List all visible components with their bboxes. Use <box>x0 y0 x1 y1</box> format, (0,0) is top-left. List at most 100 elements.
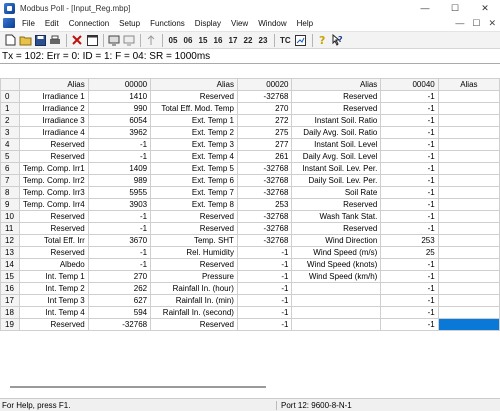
value-cell[interactable]: -1 <box>87 246 152 259</box>
alias-cell[interactable]: Wash Tank Stat. <box>291 210 382 223</box>
value-cell[interactable]: -1 <box>236 294 293 307</box>
alias-cell[interactable]: Temp. Comp. Irr1 <box>18 162 89 175</box>
empty-cell[interactable] <box>437 90 500 103</box>
value-cell[interactable]: -32768 <box>236 174 293 187</box>
tc-button[interactable]: TC <box>278 33 293 47</box>
value-cell[interactable]: -1 <box>380 102 439 115</box>
alias-cell[interactable]: Ext. Temp 3 <box>150 138 238 151</box>
menu-window[interactable]: Window <box>253 19 291 28</box>
value-cell[interactable]: -32768 <box>236 162 293 175</box>
menu-display[interactable]: Display <box>190 19 226 28</box>
value-cell[interactable]: -1 <box>380 210 439 223</box>
menu-edit[interactable]: Edit <box>40 19 64 28</box>
empty-cell[interactable] <box>437 126 500 139</box>
alias-cell[interactable] <box>291 294 382 307</box>
alias-cell[interactable]: Wind Direction <box>291 234 382 247</box>
close-button[interactable]: ✕ <box>470 0 500 16</box>
func-22-button[interactable]: 22 <box>241 33 255 47</box>
alias-cell[interactable]: Ext. Temp 6 <box>150 174 238 187</box>
alias-cell[interactable]: Irradiance 2 <box>18 102 89 115</box>
alias-cell[interactable]: Wind Speed (km/h) <box>291 270 382 283</box>
func-16-button[interactable]: 16 <box>211 33 225 47</box>
address-header[interactable]: 00040 <box>380 78 439 91</box>
value-cell[interactable]: 270 <box>236 102 293 115</box>
value-cell[interactable]: -1 <box>380 318 439 331</box>
value-cell[interactable]: -1 <box>380 198 439 211</box>
open-folder-icon[interactable] <box>18 33 32 47</box>
value-cell[interactable]: 261 <box>236 150 293 163</box>
value-cell[interactable]: -1 <box>236 318 293 331</box>
empty-cell[interactable] <box>437 210 500 223</box>
alias-cell[interactable]: Daily Avg. Soil. Level <box>291 150 382 163</box>
mdi-close-button[interactable]: ✕ <box>488 18 496 29</box>
value-cell[interactable]: -1 <box>236 270 293 283</box>
alias-cell[interactable]: Temp. Comp. Irr4 <box>18 198 89 211</box>
value-cell[interactable]: 270 <box>87 270 152 283</box>
value-cell[interactable]: -1 <box>87 222 152 235</box>
menu-connection[interactable]: Connection <box>64 19 114 28</box>
alias-cell[interactable] <box>291 282 382 295</box>
alias-cell[interactable]: Reserved <box>18 222 89 235</box>
value-cell[interactable]: -32768 <box>236 210 293 223</box>
alias-cell[interactable]: Temp. Comp. Irr2 <box>18 174 89 187</box>
alias-cell[interactable]: Int Temp 3 <box>18 294 89 307</box>
alias-cell[interactable]: Int. Temp 2 <box>18 282 89 295</box>
menu-file[interactable]: File <box>17 19 40 28</box>
func-06-button[interactable]: 06 <box>181 33 195 47</box>
empty-cell[interactable] <box>437 234 500 247</box>
value-cell[interactable]: -1 <box>380 270 439 283</box>
alias-cell[interactable]: Int. Temp 1 <box>18 270 89 283</box>
alias-header[interactable]: Alias <box>437 78 500 91</box>
disconnect-icon[interactable] <box>122 33 136 47</box>
value-cell[interactable]: -32768 <box>87 318 152 331</box>
alias-cell[interactable]: Irradiance 1 <box>18 90 89 103</box>
alias-header[interactable]: Alias <box>291 78 382 91</box>
selected-cell[interactable] <box>437 318 500 331</box>
alias-header[interactable]: Alias <box>150 78 238 91</box>
alias-cell[interactable]: Reserved <box>291 90 382 103</box>
value-cell[interactable]: -32768 <box>236 90 293 103</box>
alias-cell[interactable]: Wind Speed (m/s) <box>291 246 382 259</box>
minimize-button[interactable]: — <box>410 0 440 16</box>
alias-cell[interactable]: Instant Soil. Ratio <box>291 114 382 127</box>
empty-cell[interactable] <box>437 186 500 199</box>
alias-cell[interactable] <box>291 318 382 331</box>
value-cell[interactable]: 5955 <box>87 186 152 199</box>
empty-cell[interactable] <box>437 294 500 307</box>
alias-cell[interactable]: Total Eff. Mod. Temp <box>150 102 238 115</box>
value-cell[interactable]: 253 <box>236 198 293 211</box>
alias-cell[interactable]: Instant Soil. Lev. Per. <box>291 162 382 175</box>
mdi-restore-button[interactable]: ☐ <box>472 18 480 29</box>
connect-icon[interactable] <box>107 33 121 47</box>
horizontal-scrollbar[interactable] <box>10 383 266 388</box>
empty-cell[interactable] <box>437 174 500 187</box>
value-cell[interactable]: 277 <box>236 138 293 151</box>
empty-cell[interactable] <box>437 198 500 211</box>
value-cell[interactable]: 627 <box>87 294 152 307</box>
alias-cell[interactable]: Reserved <box>18 150 89 163</box>
alias-cell[interactable]: Soil Rate <box>291 186 382 199</box>
menu-view[interactable]: View <box>226 19 253 28</box>
value-cell[interactable]: -1 <box>380 90 439 103</box>
alias-cell[interactable]: Rainfall In. (second) <box>150 306 238 319</box>
alias-cell[interactable] <box>291 306 382 319</box>
menu-help[interactable]: Help <box>292 19 318 28</box>
alias-cell[interactable]: Wind Speed (knots) <box>291 258 382 271</box>
alias-cell[interactable]: Reserved <box>18 246 89 259</box>
value-cell[interactable]: -1 <box>380 186 439 199</box>
alias-cell[interactable]: Total Eff. Irr <box>18 234 89 247</box>
value-cell[interactable]: -1 <box>380 174 439 187</box>
func-17-button[interactable]: 17 <box>226 33 240 47</box>
empty-cell[interactable] <box>437 102 500 115</box>
value-cell[interactable]: -1 <box>380 306 439 319</box>
print-icon[interactable] <box>48 33 62 47</box>
alias-cell[interactable]: Ext. Temp 7 <box>150 186 238 199</box>
alias-cell[interactable]: Temp. Comp. Irr3 <box>18 186 89 199</box>
value-cell[interactable]: 6054 <box>87 114 152 127</box>
alias-cell[interactable]: Irradiance 3 <box>18 114 89 127</box>
alias-cell[interactable]: Reserved <box>291 102 382 115</box>
address-header[interactable]: 00000 <box>87 78 152 91</box>
value-cell[interactable]: 275 <box>236 126 293 139</box>
value-cell[interactable]: 1409 <box>87 162 152 175</box>
alias-cell[interactable]: Rainfall In. (min) <box>150 294 238 307</box>
